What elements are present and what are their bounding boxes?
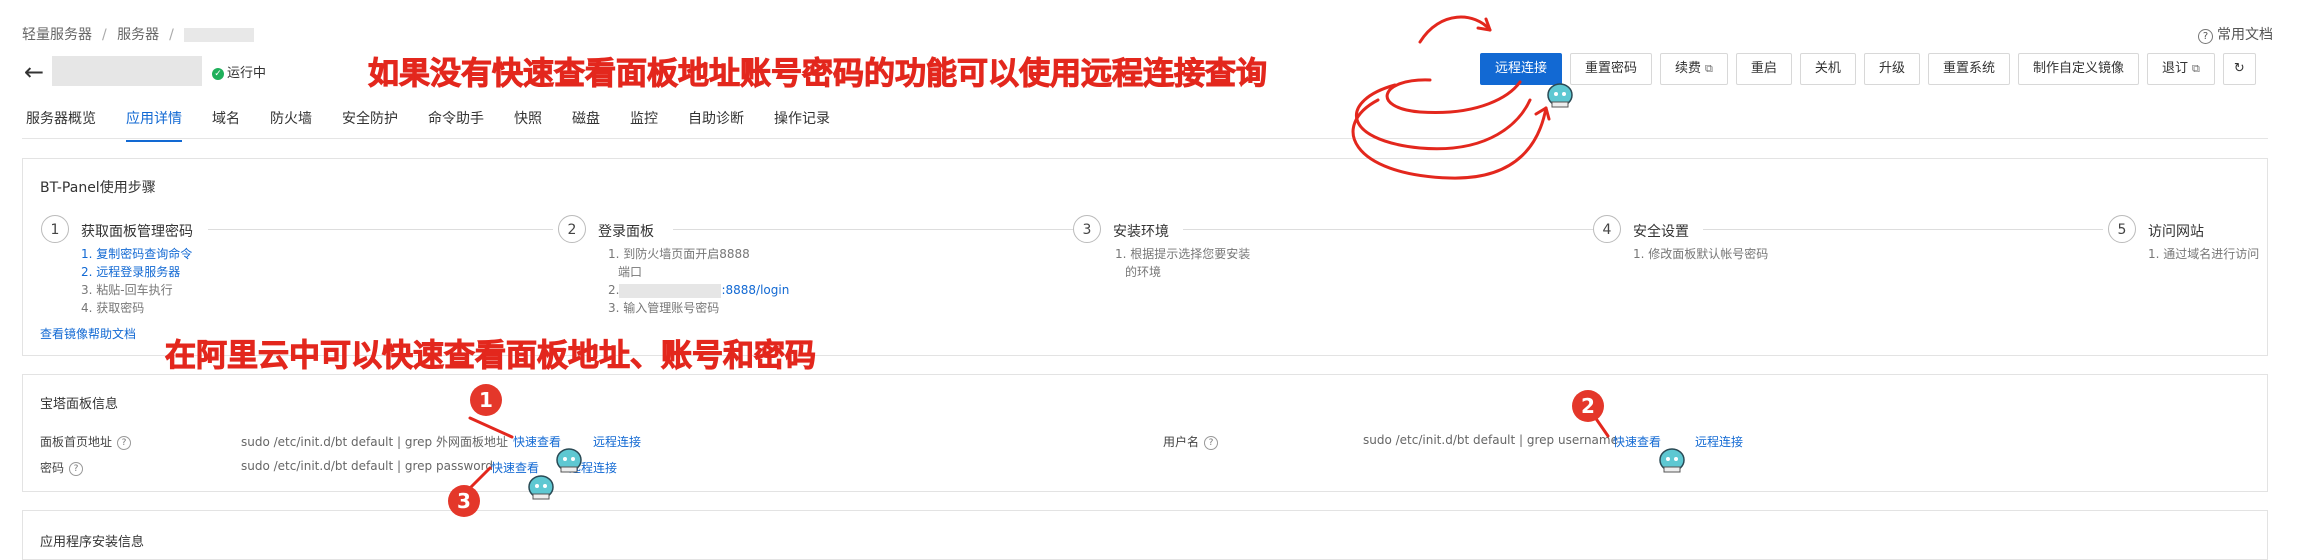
mascot-icon xyxy=(1659,448,1685,473)
mascot-icon xyxy=(528,475,554,500)
annotation-arrows xyxy=(468,15,1610,490)
callout-number-3: 3 xyxy=(448,485,480,517)
mascot-icon xyxy=(556,448,582,473)
mascot-icon xyxy=(1547,83,1573,108)
callout-number-2: 2 xyxy=(1572,390,1604,422)
callout-number-1: 1 xyxy=(470,384,502,416)
